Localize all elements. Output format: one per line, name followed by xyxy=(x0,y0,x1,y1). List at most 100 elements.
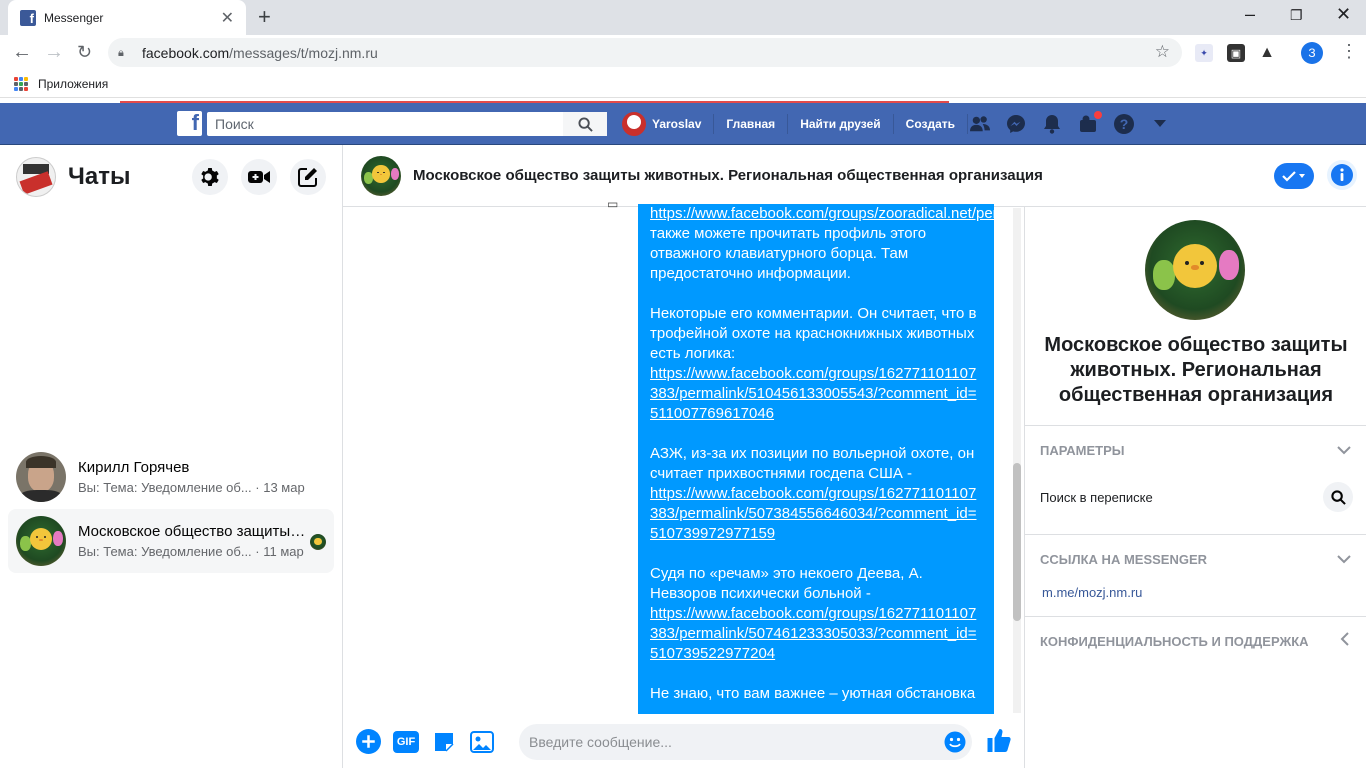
conversation-item-mozj[interactable]: Московское общество защиты ... Вы: Тема:… xyxy=(8,509,334,573)
new-message-button[interactable] xyxy=(290,159,326,195)
messenger-link-section: ССЫЛКА НА MESSENGER m.me/mozj.nm.ru xyxy=(1025,534,1366,616)
message-actions-icon[interactable]: ▭ xyxy=(607,197,618,211)
emoji-button[interactable] xyxy=(944,731,966,758)
facebook-nav: Yaroslav Главная Найти друзей Создать xyxy=(622,103,969,145)
conversation-avatar xyxy=(16,452,66,502)
back-button[interactable]: ← xyxy=(12,41,32,64)
facebook-search-button[interactable] xyxy=(563,112,607,136)
conversation-name: Кирилл Горячев xyxy=(78,459,190,476)
minimize-window-button[interactable]: – xyxy=(1245,4,1255,25)
chevron-left-icon[interactable] xyxy=(1340,632,1349,651)
info-icon xyxy=(1331,164,1353,186)
message-text-4: Судя по «речам» это некоего Деева, А. Не… xyxy=(650,565,923,602)
privacy-section: КОНФИДЕНЦИАЛЬНОСТЬ И ПОДДЕРЖКА xyxy=(1025,616,1366,666)
quick-help-icon[interactable] xyxy=(1078,111,1102,134)
thumbs-up-icon xyxy=(987,729,1011,752)
nav-home-link[interactable]: Главная xyxy=(714,114,789,134)
conversation-info-button[interactable] xyxy=(1327,160,1357,190)
facebook-logo-icon[interactable]: f xyxy=(177,110,202,136)
help-icon[interactable]: ? xyxy=(1114,114,1134,134)
settings-button[interactable] xyxy=(192,159,228,195)
reload-button[interactable]: ↻ xyxy=(77,42,92,63)
messenger-icon[interactable] xyxy=(1006,114,1026,134)
message-link-2[interactable]: https://www.facebook.com/groups/16277110… xyxy=(650,365,977,422)
restore-window-button[interactable]: ❐ xyxy=(1290,7,1303,24)
drive-extension-icon[interactable]: ▲ xyxy=(1258,44,1276,62)
browser-toolbar: ← → ↻ 🔒︎ facebook.com/messages/t/mozj.nm… xyxy=(0,35,1366,96)
chats-title: Чаты xyxy=(68,163,131,190)
facebook-top-bar: f Yaroslav Главная Найти друзей Создать … xyxy=(0,103,1366,145)
gif-icon: GIF xyxy=(393,730,419,753)
nav-profile-link[interactable]: Yaroslav xyxy=(652,114,715,134)
message-text-2: Некоторые его комментарии. Он считает, ч… xyxy=(650,305,977,362)
new-tab-button[interactable]: + xyxy=(258,4,271,30)
notifications-icon[interactable] xyxy=(1042,114,1062,134)
privacy-section-header[interactable]: КОНФИДЕНЦИАЛЬНОСТЬ И ПОДДЕРЖКА xyxy=(1040,634,1309,649)
facebook-search xyxy=(207,112,607,136)
browser-tab-messenger[interactable]: f Messenger ✕ xyxy=(8,0,246,35)
bookmark-star-icon[interactable]: ☆ xyxy=(1155,42,1170,62)
message-composer: GIF xyxy=(343,715,1024,768)
conversation-item-kirill[interactable]: Кирилл Горячев Вы: Тема: Уведомление об.… xyxy=(8,445,334,509)
apps-grid-icon[interactable] xyxy=(14,76,28,91)
options-section: ПАРАМЕТРЫ Поиск в переписке xyxy=(1025,425,1366,534)
user-avatar[interactable] xyxy=(622,112,646,136)
sticker-button[interactable] xyxy=(430,728,458,756)
profile-avatar[interactable]: З xyxy=(1301,42,1323,64)
apps-bookmark[interactable]: Приложения xyxy=(38,77,108,91)
image-icon xyxy=(470,730,494,753)
browser-tabbar: f Messenger ✕ + – ❐ ✕ xyxy=(0,0,1366,35)
message-text-5: Не знаю, что вам важнее – уютная обстано… xyxy=(650,685,976,702)
tab-close-icon[interactable]: ✕ xyxy=(221,8,234,28)
mark-done-button[interactable] xyxy=(1274,163,1314,189)
more-actions-button[interactable] xyxy=(354,728,382,756)
sticker-icon xyxy=(435,732,454,752)
search-in-conversation-button[interactable] xyxy=(1323,482,1353,512)
conversation-header: Московское общество защиты животных. Рег… xyxy=(343,145,1366,207)
conversation-details-panel: Московское общество защиты животных. Рег… xyxy=(1024,207,1366,768)
nav-find-friends-link[interactable]: Найти друзей xyxy=(788,114,894,134)
conversation-panel: Московское общество защиты животных. Рег… xyxy=(343,145,1366,768)
own-avatar[interactable] xyxy=(16,157,56,197)
conversation-scrollbar-thumb[interactable] xyxy=(1013,463,1021,621)
options-section-header[interactable]: ПАРАМЕТРЫ xyxy=(1040,443,1125,458)
search-icon xyxy=(577,116,593,132)
extension-1-icon[interactable]: ✦ xyxy=(1195,44,1213,62)
chevron-down-icon[interactable] xyxy=(1337,442,1351,460)
conversation-scrollbar[interactable] xyxy=(1013,208,1021,713)
message-input[interactable] xyxy=(529,734,929,750)
details-avatar xyxy=(1145,220,1245,320)
facebook-search-input[interactable] xyxy=(207,116,567,132)
svg-text:?: ? xyxy=(1120,116,1129,132)
chevron-down-icon[interactable] xyxy=(1337,551,1351,569)
compose-icon xyxy=(298,168,317,187)
tab-title: Messenger xyxy=(44,10,104,25)
facebook-icon-row: ? xyxy=(970,103,1170,145)
conversation-title[interactable]: Московское общество защиты животных. Рег… xyxy=(413,167,1043,184)
search-icon xyxy=(1330,489,1346,505)
video-camera-icon xyxy=(248,171,270,183)
messenger-link-section-header[interactable]: ССЫЛКА НА MESSENGER xyxy=(1040,552,1207,567)
photo-button[interactable] xyxy=(468,728,496,756)
extension-2-icon[interactable]: ▣ xyxy=(1227,44,1245,62)
message-link-3[interactable]: https://www.facebook.com/groups/16277110… xyxy=(650,485,977,542)
messenger-link[interactable]: m.me/mozj.nm.ru xyxy=(1042,585,1142,600)
conversation-header-avatar[interactable] xyxy=(361,155,401,196)
search-in-conversation-label[interactable]: Поиск в переписке xyxy=(1040,490,1153,505)
account-menu-icon[interactable] xyxy=(1150,114,1170,134)
nav-create-link[interactable]: Создать xyxy=(894,114,969,134)
friend-requests-icon[interactable] xyxy=(970,114,990,134)
plus-circle-icon xyxy=(355,729,381,754)
forward-button[interactable]: → xyxy=(44,41,64,64)
message-input-wrap xyxy=(519,724,972,760)
message-link-1[interactable]: https://www.facebook.com/groups/zooradic… xyxy=(650,205,994,222)
message-link-4[interactable]: https://www.facebook.com/groups/16277110… xyxy=(650,605,977,662)
close-window-button[interactable]: ✕ xyxy=(1336,4,1351,25)
seen-indicator-avatar xyxy=(310,534,326,550)
conversation-preview: Вы: Тема: Уведомление об... · 11 мар xyxy=(78,544,304,559)
gif-button[interactable]: GIF xyxy=(392,728,420,756)
address-bar[interactable]: 🔒︎ facebook.com/messages/t/mozj.nm.ru ☆ xyxy=(108,38,1182,67)
like-button[interactable] xyxy=(985,727,1012,758)
browser-menu-icon[interactable]: ⋮ xyxy=(1340,41,1358,62)
new-video-call-button[interactable] xyxy=(241,159,277,195)
